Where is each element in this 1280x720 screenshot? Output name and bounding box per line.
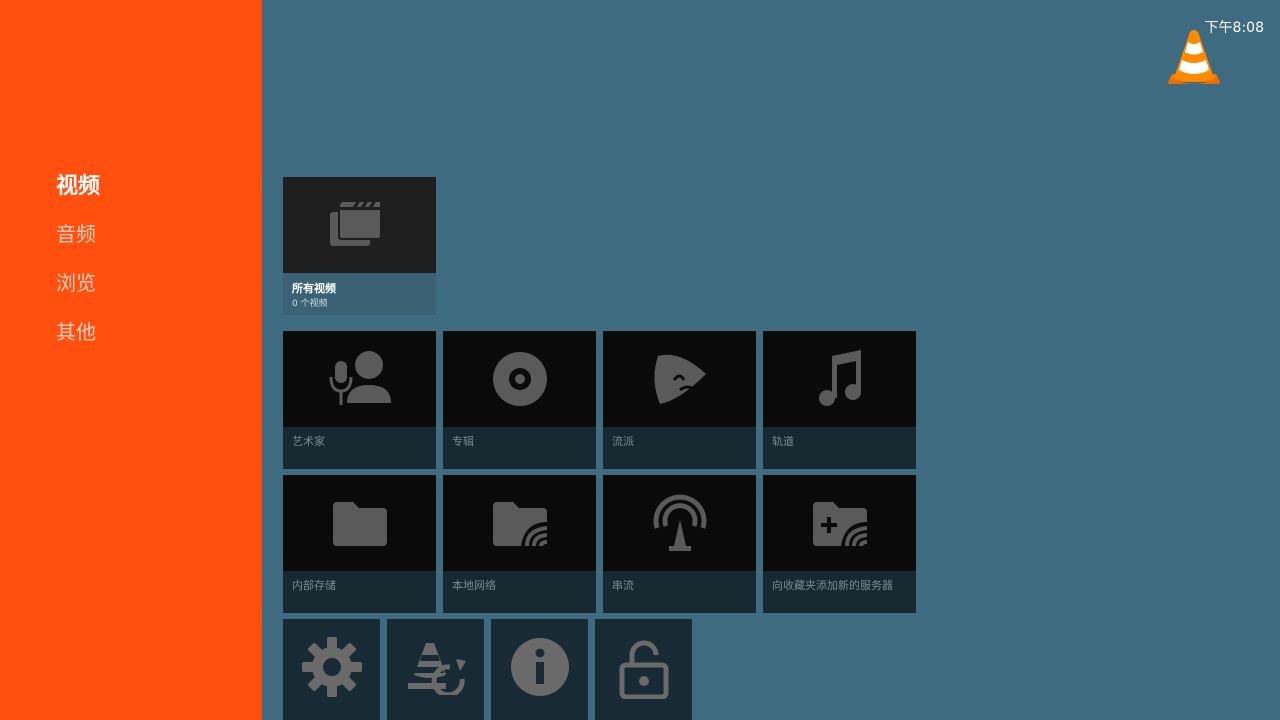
refresh-library-button[interactable] xyxy=(387,619,484,720)
genres-label: 流派 xyxy=(612,435,634,448)
local-network-label: 本地网络 xyxy=(452,579,496,592)
settings-gear-icon xyxy=(300,635,364,699)
network-folder-icon xyxy=(491,500,549,546)
tracks-art xyxy=(763,331,916,427)
tracks-label: 轨道 xyxy=(772,435,794,448)
all-videos-art xyxy=(283,177,436,273)
add-server-icon xyxy=(811,500,869,546)
all-videos-card[interactable]: 所有视频 0 个视频 xyxy=(283,177,436,315)
about-button[interactable] xyxy=(491,619,588,720)
add-server-card[interactable]: 向收藏夹添加新的服务器 xyxy=(763,475,916,613)
albums-card[interactable]: 专辑 xyxy=(443,331,596,469)
nav-item-video[interactable]: 视频 xyxy=(56,168,100,200)
artists-art xyxy=(283,331,436,427)
genre-icon xyxy=(650,350,710,408)
tracks-card[interactable]: 轨道 xyxy=(763,331,916,469)
genres-card[interactable]: 流派 xyxy=(603,331,756,469)
albums-art xyxy=(443,331,596,427)
music-note-icon xyxy=(815,350,865,408)
stream-label: 串流 xyxy=(612,579,634,592)
unlock-button[interactable] xyxy=(595,619,692,720)
vlc-logo-icon xyxy=(1166,26,1222,88)
add-server-label: 向收藏夹添加新的服务器 xyxy=(772,579,893,592)
genres-art xyxy=(603,331,756,427)
internal-storage-card[interactable]: 内部存储 xyxy=(283,475,436,613)
local-network-card[interactable]: 本地网络 xyxy=(443,475,596,613)
internal-storage-art xyxy=(283,475,436,571)
stream-art xyxy=(603,475,756,571)
artist-icon xyxy=(327,349,393,409)
local-network-art xyxy=(443,475,596,571)
add-server-art xyxy=(763,475,916,571)
movie-icon xyxy=(328,198,392,252)
stream-icon xyxy=(651,494,709,552)
album-icon xyxy=(491,350,549,408)
nav-item-other[interactable]: 其他 xyxy=(56,316,96,345)
internal-storage-label: 内部存储 xyxy=(292,579,336,592)
settings-button[interactable] xyxy=(283,619,380,720)
vlc-refresh-icon xyxy=(404,639,468,695)
stream-card[interactable]: 串流 xyxy=(603,475,756,613)
albums-label: 专辑 xyxy=(452,435,474,448)
unlock-icon xyxy=(618,639,670,699)
artists-label: 艺术家 xyxy=(292,435,325,448)
all-videos-count: 0 个视频 xyxy=(292,299,328,309)
folder-icon xyxy=(331,500,389,546)
all-videos-title: 所有视频 xyxy=(292,282,336,295)
info-icon xyxy=(510,637,570,697)
sidebar: 视频 音频 浏览 其他 xyxy=(0,0,262,720)
nav-item-browse[interactable]: 浏览 xyxy=(56,267,96,296)
nav-item-audio[interactable]: 音频 xyxy=(56,218,96,247)
artists-card[interactable]: 艺术家 xyxy=(283,331,436,469)
